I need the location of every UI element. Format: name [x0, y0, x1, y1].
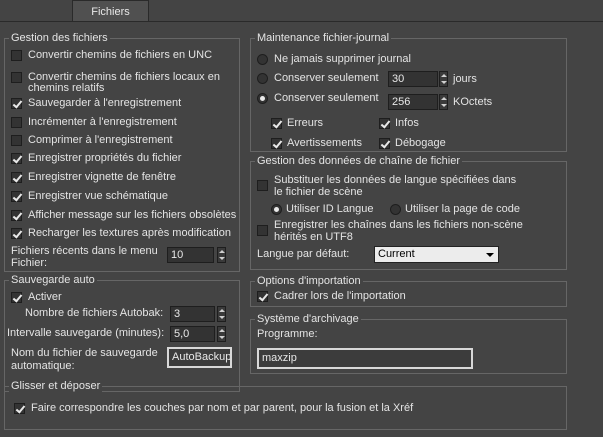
langue-dropdown-value: Current — [378, 248, 415, 260]
group-systeme-archivage: Système d'archivage Programme: maxzip — [250, 312, 567, 374]
interval-input[interactable]: 5,0 — [170, 326, 215, 342]
checkbox-label-line2: chemins relatifs — [28, 82, 105, 94]
size-input[interactable]: 256 — [388, 94, 438, 110]
checkbox[interactable] — [11, 153, 22, 164]
radio[interactable] — [390, 204, 401, 215]
checkbox[interactable] — [379, 118, 390, 129]
recent-files-input[interactable]: 10 — [167, 247, 214, 263]
checkbox[interactable] — [257, 180, 268, 191]
radio-label: Ne jamais supprimer journal — [274, 53, 411, 65]
days-unit-label: jours — [453, 73, 477, 85]
group-sauvegarde-auto: Sauvegarde auto Activer Nombre de fichie… — [4, 273, 240, 392]
checkbox-label: Faire correspondre les couches par nom e… — [31, 402, 414, 414]
backup-name-label: Nom du fichier de sauvegarde — [11, 347, 158, 359]
checkbox[interactable] — [257, 225, 268, 236]
tab-fichiers[interactable]: Fichiers — [72, 0, 149, 22]
radio[interactable] — [271, 204, 282, 215]
group-title: Système d'archivage — [255, 312, 361, 326]
group-chaine-fichier: Gestion des données de chaîne de fichier… — [250, 154, 567, 270]
group-title: Sauvegarde auto — [9, 273, 97, 287]
checkbox[interactable] — [271, 118, 282, 129]
backup-name-label-line2: automatique: — [11, 360, 75, 372]
group-options-importation: Options d'importation Cadrer lors de l'i… — [250, 274, 567, 307]
checkbox[interactable] — [11, 210, 22, 221]
radio-label: Conserver seulement — [274, 92, 379, 104]
recent-files-label-line2: Fichier: — [11, 257, 48, 269]
group-maintenance-journal: Maintenance fichier-journal Ne jamais su… — [250, 31, 567, 152]
checkbox-label: Infos — [395, 117, 419, 129]
interval-spinner[interactable] — [217, 326, 226, 342]
checkbox-label: Débogage — [395, 137, 446, 149]
checkbox[interactable] — [11, 292, 22, 303]
radio-label: Conserver seulement — [274, 72, 379, 84]
langue-label: Langue par défaut: — [257, 248, 350, 260]
autobak-count-input[interactable]: 3 — [170, 306, 215, 322]
group-title: Options d'importation — [255, 274, 363, 288]
checkbox-label-line2: le fichier de scène — [274, 186, 363, 198]
checkbox-label: Avertissements — [287, 137, 362, 149]
checkbox[interactable] — [11, 172, 22, 183]
checkbox-label-line2: hérités en UTF8 — [274, 231, 353, 243]
group-title: Gestion des fichiers — [9, 31, 110, 45]
radio[interactable] — [257, 54, 268, 65]
autobak-count-label: Nombre de fichiers Autobak: — [25, 307, 164, 319]
checkbox-label: Enregistrer propriétés du fichier — [28, 152, 182, 164]
size-unit-label: KOctets — [453, 96, 493, 108]
checkbox-label: Convertir chemins de fichiers en UNC — [28, 49, 213, 61]
radio[interactable] — [257, 73, 268, 84]
checkbox-label: Comprimer à l'enregistrement — [28, 134, 173, 146]
checkbox[interactable] — [11, 72, 22, 83]
group-glisser-deposer: Glisser et déposer Faire correspondre le… — [4, 379, 567, 430]
checkbox[interactable] — [11, 98, 22, 109]
group-gestion-fichiers: Gestion des fichiers Convertir chemins d… — [4, 31, 240, 272]
autobak-count-spinner[interactable] — [217, 306, 226, 322]
checkbox[interactable] — [11, 191, 22, 202]
checkbox-label: Incrémenter à l'enregistrement — [28, 116, 177, 128]
checkbox[interactable] — [271, 138, 282, 149]
programme-label: Programme: — [257, 328, 318, 340]
recent-files-spinner[interactable] — [217, 247, 226, 263]
checkbox-label: Afficher message sur les fichiers obsolè… — [28, 209, 237, 221]
checkbox[interactable] — [11, 50, 22, 61]
langue-dropdown[interactable]: Current — [374, 246, 499, 263]
group-title: Maintenance fichier-journal — [255, 31, 392, 45]
radio-label: Utiliser la page de code — [405, 203, 520, 215]
checkbox[interactable] — [257, 291, 268, 302]
checkbox-label: Enregistrer vignette de fenêtre — [28, 171, 176, 183]
checkbox[interactable] — [11, 135, 22, 146]
backup-name-input[interactable]: AutoBackup — [167, 347, 232, 368]
checkbox[interactable] — [379, 138, 390, 149]
checkbox-label: Erreurs — [287, 117, 324, 129]
radio-label: Utiliser ID Langue — [286, 203, 374, 215]
checkbox[interactable] — [11, 117, 22, 128]
checkbox-label: Sauvegarder à l'enregistrement — [28, 97, 182, 109]
chevron-down-icon — [486, 253, 494, 257]
checkbox[interactable] — [14, 403, 25, 414]
settings-panel: Gestion des fichiers Convertir chemins d… — [0, 21, 603, 437]
checkbox-label: Activer — [28, 291, 62, 303]
group-title: Glisser et déposer — [9, 379, 103, 393]
group-title: Gestion des données de chaîne de fichier — [255, 154, 463, 168]
checkbox-label: Enregistrer vue schématique — [28, 190, 169, 202]
days-input[interactable]: 30 — [388, 71, 438, 87]
programme-input[interactable]: maxzip — [257, 348, 473, 369]
days-spinner[interactable] — [439, 71, 448, 87]
interval-label: Intervalle sauvegarde (minutes): — [7, 327, 165, 339]
tab-bar: Fichiers — [0, 0, 603, 22]
radio[interactable] — [257, 93, 268, 104]
size-spinner[interactable] — [439, 94, 448, 110]
checkbox-label: Cadrer lors de l'importation — [274, 290, 406, 302]
checkbox-label: Recharger les textures après modificatio… — [28, 227, 231, 239]
checkbox[interactable] — [11, 228, 22, 239]
